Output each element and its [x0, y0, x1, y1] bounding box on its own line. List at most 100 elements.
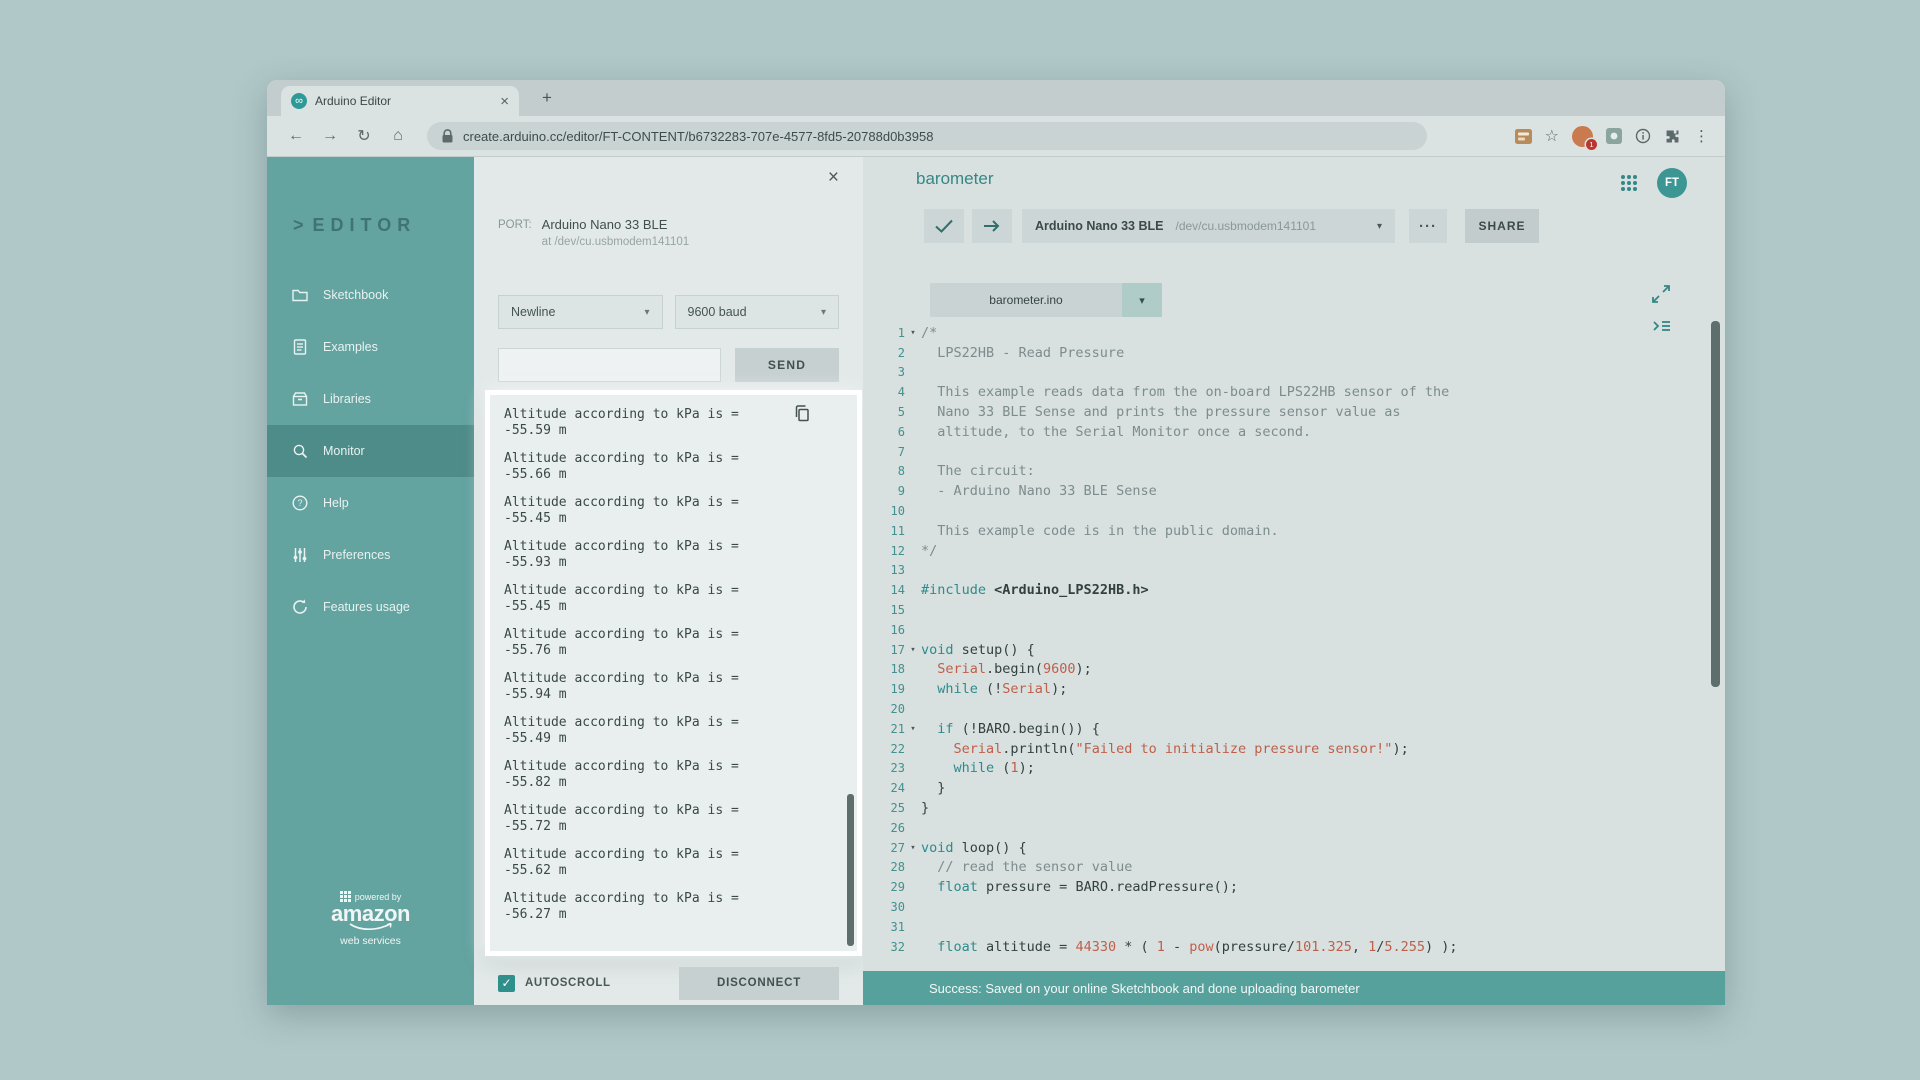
line-number: 5 — [863, 405, 905, 419]
bookmark-star-icon[interactable]: ☆ — [1545, 126, 1559, 146]
extensions-puzzle-icon[interactable] — [1664, 128, 1681, 145]
port-value: Arduino Nano 33 BLE — [542, 217, 689, 232]
code-line: 27▾void loop() { — [863, 838, 1707, 858]
code-line: 6 altitude, to the Serial Monitor once a… — [863, 422, 1707, 442]
serial-entry: Altitude according to kPa is =-55.82 m — [504, 759, 843, 791]
code-editor[interactable]: 1▾/*2 LPS22HB - Read Pressure34 This exa… — [863, 317, 1707, 971]
code-text: Nano 33 BLE Sense and prints the pressur… — [921, 404, 1401, 420]
extension-icon-2[interactable] — [1606, 128, 1622, 144]
new-tab-button[interactable]: + — [535, 88, 559, 108]
serial-entry-value: -55.45 m — [504, 599, 843, 615]
code-text: } — [921, 780, 945, 796]
scrollbar-thumb[interactable] — [1711, 321, 1720, 687]
sidebar-item-libraries[interactable]: Libraries — [267, 373, 474, 425]
line-number: 7 — [863, 445, 905, 459]
line-number: 26 — [863, 821, 905, 835]
code-line: 10 — [863, 501, 1707, 521]
code-line: 12*/ — [863, 541, 1707, 561]
serial-message-input[interactable] — [498, 348, 721, 382]
sidebar-item-examples[interactable]: Examples — [267, 321, 474, 373]
check-icon: ✓ — [501, 976, 511, 990]
code-line: 9 - Arduino Nano 33 BLE Sense — [863, 481, 1707, 501]
code-line: 19 while (!Serial); — [863, 679, 1707, 699]
forward-icon[interactable]: → — [317, 127, 343, 145]
user-avatar[interactable]: FT — [1657, 168, 1687, 198]
board-selector[interactable]: Arduino Nano 33 BLE /dev/cu.usbmodem1411… — [1022, 209, 1395, 243]
upload-button[interactable] — [972, 209, 1012, 243]
reload-icon[interactable]: ↻ — [351, 126, 377, 146]
serial-output-highlight[interactable]: Altitude according to kPa is =-55.59 mAl… — [485, 390, 862, 956]
line-ending-select[interactable]: Newline ▾ — [498, 295, 663, 329]
code-text: Serial.println("Failed to initialize pre… — [921, 741, 1409, 757]
serial-output-list[interactable]: Altitude according to kPa is =-55.59 mAl… — [490, 395, 857, 951]
code-text: } — [921, 800, 929, 816]
home-icon[interactable]: ⌂ — [385, 127, 411, 145]
code-line: 18 Serial.begin(9600); — [863, 660, 1707, 680]
code-line: 17▾void setup() { — [863, 640, 1707, 660]
serial-entry-text: Altitude according to kPa is = — [504, 891, 843, 907]
verify-button[interactable] — [924, 209, 964, 243]
code-line: 15 — [863, 600, 1707, 620]
line-number: 14 — [863, 583, 905, 597]
check-icon — [934, 218, 954, 234]
sidebar-item-label: Sketchbook — [323, 288, 388, 302]
url-bar[interactable]: create.arduino.cc/editor/FT-CONTENT/b673… — [427, 122, 1427, 150]
code-line: 3 — [863, 363, 1707, 383]
serial-entry: Altitude according to kPa is =-55.76 m — [504, 627, 843, 659]
profile-avatar[interactable]: 1 — [1572, 126, 1593, 147]
aws-powered-by: powered by — [355, 892, 402, 902]
apps-grid-icon[interactable] — [1619, 173, 1639, 193]
sidebar-item-monitor[interactable]: Monitor — [267, 425, 474, 477]
serial-entry: Altitude according to kPa is =-55.49 m — [504, 715, 843, 747]
code-line: 5 Nano 33 BLE Sense and prints the press… — [863, 402, 1707, 422]
scrollbar-thumb[interactable] — [847, 794, 854, 946]
fold-caret-icon[interactable]: ▾ — [905, 724, 921, 734]
sidebar-item-features-usage[interactable]: Features usage — [267, 581, 474, 633]
sidebar-item-help[interactable]: ?Help — [267, 477, 474, 529]
baud-rate-select[interactable]: 9600 baud ▾ — [675, 295, 840, 329]
status-message: Success: Saved on your online Sketchbook… — [929, 981, 1360, 996]
autoscroll-checkbox[interactable]: ✓ — [498, 975, 515, 992]
monitor-panel: × PORT: Arduino Nano 33 BLE at /dev/cu.u… — [474, 157, 863, 1005]
code-lines: 1▾/*2 LPS22HB - Read Pressure34 This exa… — [863, 323, 1707, 957]
kebab-menu-icon[interactable]: ⋮ — [1694, 127, 1709, 145]
copy-icon[interactable] — [793, 404, 813, 424]
caret-down-icon: ▾ — [644, 307, 649, 318]
tab-menu-button[interactable]: ▾ — [1122, 283, 1162, 317]
code-text: LPS22HB - Read Pressure — [921, 345, 1124, 361]
serial-entry: Altitude according to kPa is =-55.93 m — [504, 539, 843, 571]
line-number: 8 — [863, 464, 905, 478]
code-text: The circuit: — [921, 463, 1035, 479]
info-icon[interactable] — [1635, 128, 1651, 144]
fold-caret-icon[interactable]: ▾ — [905, 843, 921, 853]
serial-entry-text: Altitude according to kPa is = — [504, 451, 843, 467]
lock-icon[interactable] — [441, 129, 454, 144]
line-number: 25 — [863, 801, 905, 815]
browser-tab[interactable]: ∞ Arduino Editor × — [281, 86, 519, 116]
aws-web-services: web services — [267, 935, 474, 947]
close-icon[interactable]: × — [828, 167, 839, 189]
format-code-icon[interactable] — [1651, 317, 1675, 337]
serial-entry-text: Altitude according to kPa is = — [504, 847, 843, 863]
autoscroll-label: AUTOSCROLL — [525, 977, 611, 989]
code-line: 2 LPS22HB - Read Pressure — [863, 343, 1707, 363]
sidebar-item-preferences[interactable]: Preferences — [267, 529, 474, 581]
line-number: 28 — [863, 860, 905, 874]
tab-barometer-ino[interactable]: barometer.ino — [930, 283, 1122, 317]
disconnect-button[interactable]: DISCONNECT — [679, 967, 839, 1000]
fullscreen-icon[interactable] — [1649, 283, 1675, 307]
serial-entry-value: -55.72 m — [504, 819, 843, 835]
fold-caret-icon[interactable]: ▾ — [905, 328, 921, 338]
more-options-button[interactable]: ··· — [1409, 209, 1447, 243]
serial-entry: Altitude according to kPa is =-55.62 m — [504, 847, 843, 879]
fold-caret-icon[interactable]: ▾ — [905, 645, 921, 655]
share-button[interactable]: SHARE — [1465, 209, 1539, 243]
extension-icon[interactable] — [1515, 129, 1532, 144]
line-number: 18 — [863, 662, 905, 676]
send-button[interactable]: SEND — [735, 348, 839, 382]
tab-close-icon[interactable]: × — [500, 93, 509, 110]
desktop-background: ∞ Arduino Editor × + ← → ↻ ⌂ create.ardu… — [0, 0, 1920, 1080]
sidebar-item-sketchbook[interactable]: Sketchbook — [267, 269, 474, 321]
code-text: */ — [921, 543, 937, 559]
back-icon[interactable]: ← — [283, 127, 309, 145]
